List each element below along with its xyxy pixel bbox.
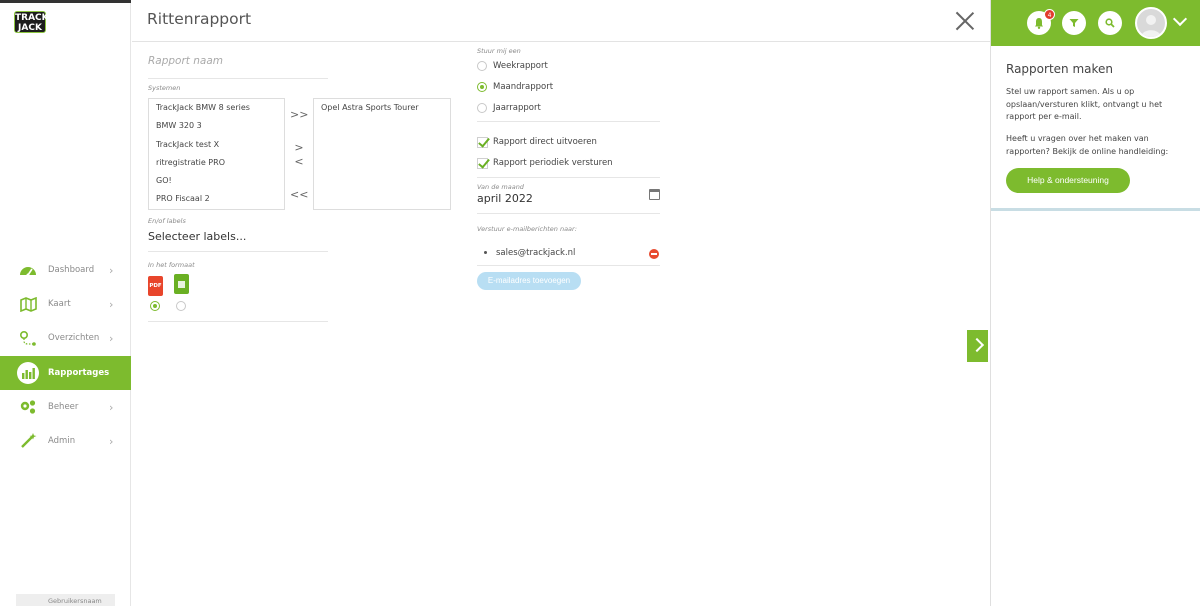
systems-selected-list[interactable]: Opel Astra Sports Tourer [313, 98, 451, 210]
periodic-send-checkbox[interactable] [477, 158, 488, 169]
user-profile-chip[interactable]: Gebruikersnaam [16, 594, 115, 606]
sidebar-item-label: Rapportages [48, 368, 110, 378]
email-recipients-label: Verstuur e-mailberichten naar: [477, 225, 577, 233]
user-silhouette-icon [1141, 15, 1161, 37]
divider [148, 251, 328, 252]
month-picker-value[interactable]: april 2022 [477, 192, 533, 205]
maandrapport-label[interactable]: Maandrapport [493, 82, 553, 92]
divider [477, 177, 660, 178]
list-item[interactable]: PRO Fiscaal 2 [149, 190, 284, 208]
move-right-button[interactable]: > [290, 141, 308, 154]
list-bullet [484, 251, 487, 254]
weekrapport-radio[interactable] [477, 61, 487, 71]
sidebar-item-label: Admin [48, 436, 76, 446]
bell-icon [1035, 18, 1043, 29]
sidebar-item-label: Beheer [48, 402, 79, 412]
list-item[interactable]: BMW 320 3 [149, 117, 284, 135]
help-panel-title: Rapporten maken [1006, 62, 1113, 76]
sidebar-item-overzichten[interactable]: Overzichten › [0, 321, 131, 355]
filter-button[interactable] [1062, 11, 1086, 35]
search-icon [1105, 18, 1115, 28]
move-left-button[interactable]: < [290, 155, 308, 168]
list-item[interactable]: TrackJack test X [149, 136, 284, 154]
magic-wand-icon [19, 432, 37, 450]
direct-execute-label[interactable]: Rapport direct uitvoeren [493, 137, 597, 147]
help-paragraph: Stel uw rapport samen. Als u op opslaan/… [1006, 87, 1163, 121]
chevron-right-icon: › [109, 331, 114, 345]
list-item[interactable]: GO! [149, 172, 284, 190]
list-item[interactable]: Opel Astra Sports Tourer [314, 99, 450, 117]
sidebar-item-admin[interactable]: Admin › [0, 424, 131, 458]
maandrapport-radio[interactable] [477, 82, 487, 92]
labels-select[interactable]: Selecteer labels... [148, 230, 246, 243]
list-item[interactable]: TrackJack BMW 8 series [149, 99, 284, 117]
labels-label: En/of labels [148, 217, 186, 225]
chevron-right-icon: › [109, 434, 114, 448]
dashboard-gauge-icon [19, 261, 37, 279]
notification-count-badge: 4 [1044, 9, 1055, 20]
bar-chart-icon [17, 362, 39, 384]
sidebar-item-dashboard[interactable]: Dashboard › [0, 253, 131, 287]
format-xls-radio[interactable] [176, 301, 186, 311]
report-name-input[interactable] [148, 52, 328, 70]
sidebar-item-label: Kaart [48, 299, 71, 309]
chevron-down-icon[interactable] [1172, 11, 1188, 27]
systems-available-list[interactable]: TrackJack BMW 8 series BMW 320 3 TrackJa… [148, 98, 285, 210]
modal-header: Rittenrapport [132, 0, 990, 42]
move-all-right-button[interactable]: >> [290, 108, 308, 121]
route-icon [19, 329, 37, 347]
weekrapport-label[interactable]: Weekrapport [493, 61, 548, 71]
divider [477, 265, 660, 266]
close-icon[interactable] [955, 11, 975, 31]
chevron-right-icon: › [109, 263, 114, 277]
spreadsheet-glyph [178, 280, 185, 288]
calendar-icon[interactable] [649, 189, 660, 200]
collapse-panel-button[interactable] [967, 330, 988, 362]
sidebar-item-rapportages[interactable]: Rapportages [0, 356, 131, 390]
move-all-left-button[interactable]: << [290, 188, 308, 201]
sidebar-item-beheer[interactable]: Beheer › [0, 390, 131, 424]
remove-email-icon[interactable] [649, 249, 659, 259]
chevron-right-icon: › [109, 400, 114, 414]
pdf-file-icon[interactable]: PDF [148, 276, 163, 296]
divider [477, 121, 660, 122]
sidebar-top-bar [0, 0, 131, 3]
chevron-right-icon: › [109, 297, 114, 311]
help-panel: 4 Rapporten maken Stel uw rapport samen.… [990, 0, 1200, 606]
send-label: Stuur mij een [477, 47, 521, 55]
sidebar-item-kaart[interactable]: Kaart › [0, 287, 131, 321]
sidebar-item-label: Overzichten [48, 333, 100, 343]
periodic-send-label[interactable]: Rapport periodiek versturen [493, 158, 613, 168]
help-paragraph: Heeft u vragen over het maken van rappor… [1006, 134, 1169, 156]
divider [148, 321, 328, 322]
modal-title: Rittenrapport [147, 10, 252, 28]
sidebar-item-label: Dashboard [48, 265, 95, 275]
format-label: In het formaat [148, 261, 195, 269]
jaarrapport-label[interactable]: Jaarrapport [493, 103, 541, 113]
gears-icon [19, 398, 37, 416]
trackjack-logo[interactable]: TRACK JACK [14, 11, 49, 33]
report-modal: Rittenrapport Systemen TrackJack BMW 8 s… [132, 0, 990, 606]
avatar[interactable] [1135, 7, 1167, 39]
top-action-bar: 4 [991, 0, 1200, 46]
format-pdf-radio[interactable] [150, 301, 160, 311]
systems-label: Systemen [148, 84, 181, 92]
divider [477, 213, 660, 214]
jaarrapport-radio[interactable] [477, 103, 487, 113]
excel-file-icon[interactable] [174, 274, 189, 294]
help-support-button[interactable]: Help & ondersteuning [1006, 168, 1130, 193]
direct-execute-checkbox[interactable] [477, 137, 488, 148]
panel-divider [991, 208, 1200, 211]
filter-icon [1069, 19, 1079, 27]
email-recipient: sales@trackjack.nl [496, 248, 576, 258]
add-email-button[interactable]: E-mailadres toevoegen [477, 272, 581, 290]
divider [148, 78, 328, 79]
sidebar: TRACK JACK Dashboard › Kaart › Overzicht… [0, 0, 131, 606]
map-icon [19, 295, 37, 313]
list-item[interactable]: ritregistratie PRO [149, 154, 284, 172]
search-button[interactable] [1098, 11, 1122, 35]
month-label: Van de maand [477, 183, 524, 191]
